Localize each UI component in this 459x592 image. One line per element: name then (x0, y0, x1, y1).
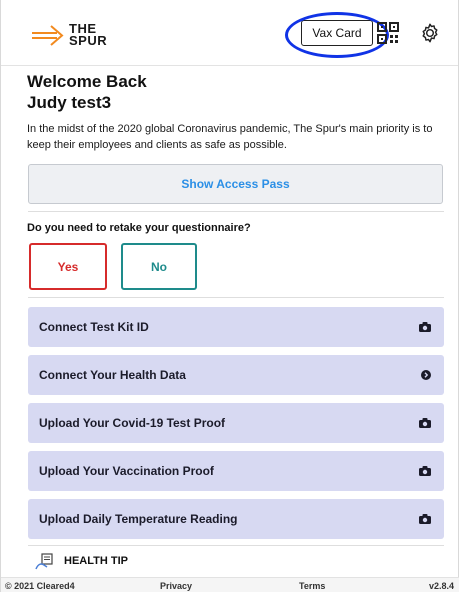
user-name: Judy test3 (27, 93, 112, 112)
action-label: Upload Your Vaccination Proof (39, 464, 214, 478)
version-text: v2.8.4 (429, 581, 455, 591)
vax-card-button[interactable]: Vax Card (301, 20, 373, 46)
arrow-right-icon (421, 370, 431, 380)
action-label: Connect Test Kit ID (39, 320, 149, 334)
intro-text: In the midst of the 2020 global Coronavi… (27, 123, 433, 151)
action-label: Upload Your Covid-19 Test Proof (39, 416, 226, 430)
no-button[interactable]: No (121, 243, 197, 290)
header: THE SPUR Vax Card (1, 0, 458, 66)
logo-wordmark: THE SPUR (69, 22, 108, 48)
terms-link[interactable]: Terms (299, 581, 325, 591)
app-window: THE SPUR Vax Card Welcome Back Judy test… (0, 0, 459, 592)
camera-icon (419, 418, 431, 428)
upload-temperature-reading-button[interactable]: Upload Daily Temperature Reading (28, 499, 444, 539)
spur-logo-arrow-icon (32, 25, 64, 46)
action-label: Connect Your Health Data (39, 368, 186, 382)
upload-vaccination-proof-button[interactable]: Upload Your Vaccination Proof (28, 451, 444, 491)
copyright-text: © 2021 Cleared4 (5, 581, 75, 591)
divider (28, 211, 444, 212)
gear-icon[interactable] (419, 22, 441, 44)
action-label: Upload Daily Temperature Reading (39, 512, 238, 526)
camera-icon (419, 466, 431, 476)
connect-test-kit-button[interactable]: Connect Test Kit ID (28, 307, 444, 347)
health-tip-icon (35, 553, 53, 570)
camera-icon (419, 322, 431, 332)
upload-covid-test-proof-button[interactable]: Upload Your Covid-19 Test Proof (28, 403, 444, 443)
health-tip-label: HEALTH TIP (64, 555, 128, 567)
divider (28, 545, 444, 546)
camera-icon (419, 514, 431, 524)
yes-button[interactable]: Yes (29, 243, 107, 290)
questionnaire-question: Do you need to retake your questionnaire… (27, 222, 251, 234)
show-access-pass-button[interactable]: Show Access Pass (28, 164, 443, 204)
divider (28, 297, 444, 298)
welcome-heading: Welcome Back (27, 72, 147, 91)
logo-line-2: SPUR (69, 33, 108, 48)
qr-code-icon[interactable] (377, 22, 399, 44)
spur-logo[interactable]: THE SPUR (31, 20, 121, 50)
health-tip-section[interactable]: HEALTH TIP (35, 552, 128, 570)
privacy-link[interactable]: Privacy (160, 581, 192, 591)
footer: © 2021 Cleared4 Privacy Terms v2.8.4 (1, 577, 459, 592)
connect-health-data-button[interactable]: Connect Your Health Data (28, 355, 444, 395)
